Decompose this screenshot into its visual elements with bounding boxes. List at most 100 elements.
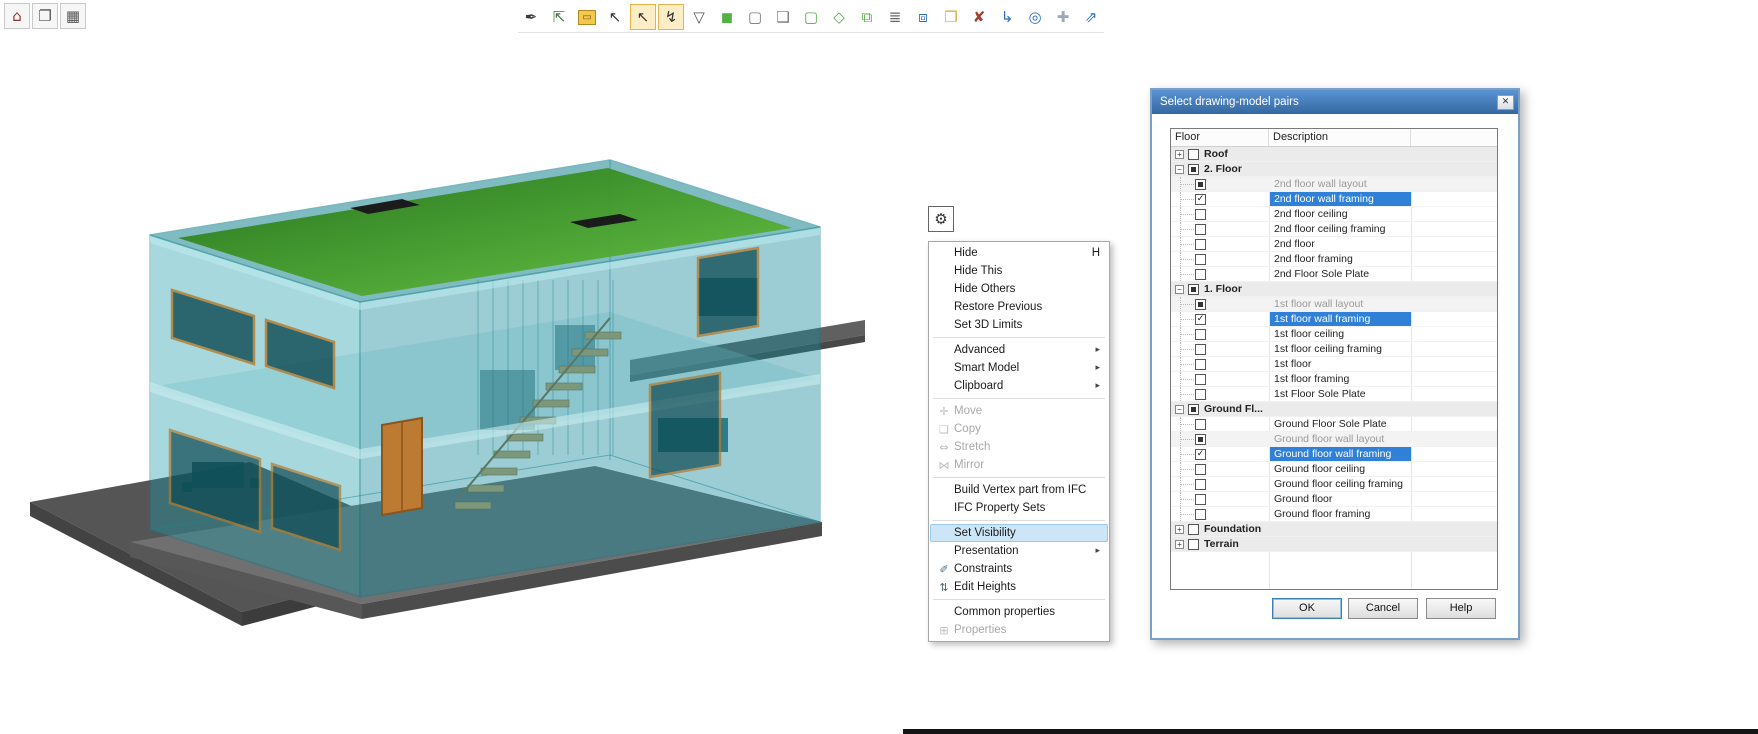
checkbox-empty[interactable] (1195, 224, 1206, 235)
row-description[interactable]: 1st floor ceiling (1270, 327, 1411, 341)
purge-icon[interactable]: ✘ (966, 4, 992, 30)
checkbox-empty[interactable] (1195, 374, 1206, 385)
ucs-axis-icon[interactable]: ↳ (994, 4, 1020, 30)
menu-item-restore-previous[interactable]: Restore Previous (930, 298, 1108, 316)
tree-row-1st-floor-ceiling-framing[interactable]: 1st floor ceiling framing (1171, 342, 1497, 357)
checkbox-empty[interactable] (1195, 464, 1206, 475)
checkbox-square[interactable] (1195, 434, 1206, 445)
tree-row-2nd-floor-ceiling[interactable]: 2nd floor ceiling (1171, 207, 1497, 222)
row-description[interactable]: Ground floor (1270, 492, 1411, 506)
menu-item-constraints[interactable]: ✐Constraints (930, 560, 1108, 578)
select-vertical-icon[interactable]: ↖ (630, 4, 656, 30)
tile-windows-icon[interactable]: ❐ (32, 3, 58, 29)
row-description[interactable]: Ground floor framing (1270, 507, 1411, 521)
checkbox-empty[interactable] (1195, 509, 1206, 520)
description-column-header[interactable]: Description (1269, 129, 1411, 146)
checkbox-partial[interactable] (1188, 164, 1199, 175)
checkbox-empty[interactable] (1188, 524, 1199, 535)
tree-group-terrain[interactable]: +Terrain (1171, 537, 1497, 552)
measure-icon[interactable]: ▭ (574, 4, 600, 30)
tree-row-2nd-floor-wall-layout[interactable]: 2nd floor wall layout (1171, 177, 1497, 192)
wire-model-icon[interactable]: ▢ (742, 4, 768, 30)
tree-row-2nd-floor-framing[interactable]: 2nd floor framing (1171, 252, 1497, 267)
iso-view-icon[interactable]: ◇ (826, 4, 852, 30)
row-description[interactable]: 1st floor (1270, 357, 1411, 371)
row-description[interactable]: Ground floor ceiling (1270, 462, 1411, 476)
menu-item-advanced[interactable]: Advanced▸ (930, 341, 1108, 359)
tree-row-ground-floor-framing[interactable]: Ground floor framing (1171, 507, 1497, 522)
row-description[interactable]: 2nd floor wall layout (1270, 177, 1411, 191)
folder-icon[interactable]: ❒ (938, 4, 964, 30)
zero-point-icon[interactable]: ◎ (1022, 4, 1048, 30)
export-model-icon[interactable]: ⧉ (854, 4, 880, 30)
checkbox-empty[interactable] (1195, 494, 1206, 505)
hidden-line-icon[interactable]: ❏ (770, 4, 796, 30)
link-icon[interactable]: ⇗ (1078, 4, 1104, 30)
select-cursor-icon[interactable]: ↖ (602, 4, 628, 30)
solid-model-icon[interactable]: ◼ (714, 4, 740, 30)
row-description[interactable]: 2nd floor ceiling (1270, 207, 1411, 221)
tree-row-ground-floor[interactable]: Ground floor (1171, 492, 1497, 507)
menu-item-build-vertex-part-from-ifc[interactable]: Build Vertex part from IFC (930, 481, 1108, 499)
tree-group-ground-fl[interactable]: −Ground Fl... (1171, 402, 1497, 417)
checkbox-checked[interactable]: ✓ (1195, 194, 1206, 205)
viewport-3d[interactable] (0, 40, 900, 660)
floor-column-header[interactable]: Floor (1171, 129, 1269, 146)
drawings-icon[interactable]: ⌂ (4, 3, 30, 29)
model-3d-view[interactable] (10, 130, 890, 630)
menu-item-common-properties[interactable]: Common properties (930, 603, 1108, 621)
menu-item-clipboard[interactable]: Clipboard▸ (930, 377, 1108, 395)
crop-region-icon[interactable]: ⇱ (546, 4, 572, 30)
report-icon[interactable]: ≣ (882, 4, 908, 30)
tree-group-2-floor[interactable]: −2. Floor (1171, 162, 1497, 177)
menu-item-presentation[interactable]: Presentation▸ (930, 542, 1108, 560)
collapse-icon[interactable]: − (1175, 405, 1184, 414)
add-icon[interactable]: ✚ (1050, 4, 1076, 30)
tree-row-ground-floor-ceiling-framing[interactable]: Ground floor ceiling framing (1171, 477, 1497, 492)
tree-row-ground-floor-sole-plate[interactable]: Ground Floor Sole Plate (1171, 417, 1497, 432)
checkbox-empty[interactable] (1195, 479, 1206, 490)
checkbox-empty[interactable] (1195, 269, 1206, 280)
checkbox-checked[interactable]: ✓ (1195, 449, 1206, 460)
menu-item-smart-model[interactable]: Smart Model▸ (930, 359, 1108, 377)
checkbox-square[interactable] (1195, 299, 1206, 310)
tree-row-ground-floor-ceiling[interactable]: Ground floor ceiling (1171, 462, 1497, 477)
checkbox-empty[interactable] (1188, 149, 1199, 160)
row-description[interactable]: 2nd floor framing (1270, 252, 1411, 266)
checkbox-empty[interactable] (1195, 344, 1206, 355)
tree-row-1st-floor-framing[interactable]: 1st floor framing (1171, 372, 1497, 387)
tree-row-2nd-floor-wall-framing[interactable]: ✓2nd floor wall framing (1171, 192, 1497, 207)
tree-row-1st-floor-wall-framing[interactable]: ✓1st floor wall framing (1171, 312, 1497, 327)
tree-row-1st-floor[interactable]: 1st floor (1171, 357, 1497, 372)
expand-icon[interactable]: + (1175, 525, 1184, 534)
import-doc-icon[interactable]: ⧈ (910, 4, 936, 30)
pin-icon[interactable]: ✒ (518, 4, 544, 30)
menu-item-hide[interactable]: HideH (930, 244, 1108, 262)
tree-row-2nd-floor-sole-plate[interactable]: 2nd Floor Sole Plate (1171, 267, 1497, 282)
collapse-icon[interactable]: − (1175, 165, 1184, 174)
close-button[interactable]: ✕ (1497, 95, 1514, 110)
menu-item-ifc-property-sets[interactable]: IFC Property Sets (930, 499, 1108, 517)
checkbox-empty[interactable] (1188, 539, 1199, 550)
menu-item-set-3d-limits[interactable]: Set 3D Limits (930, 316, 1108, 334)
menu-item-hide-this[interactable]: Hide This (930, 262, 1108, 280)
row-description[interactable]: Ground Floor Sole Plate (1270, 417, 1411, 431)
collapse-icon[interactable]: − (1175, 285, 1184, 294)
checkbox-partial[interactable] (1188, 404, 1199, 415)
filter-icon[interactable]: ▽ (686, 4, 712, 30)
tree-row-1st-floor-sole-plate[interactable]: 1st Floor Sole Plate (1171, 387, 1497, 402)
checkbox-empty[interactable] (1195, 254, 1206, 265)
checkbox-empty[interactable] (1195, 389, 1206, 400)
tree-row-2nd-floor-ceiling-framing[interactable]: 2nd floor ceiling framing (1171, 222, 1497, 237)
tree-group-1-floor[interactable]: −1. Floor (1171, 282, 1497, 297)
cancel-button[interactable]: Cancel (1348, 598, 1418, 619)
checkbox-square[interactable] (1195, 179, 1206, 190)
tree-row-ground-floor-wall-layout[interactable]: Ground floor wall layout (1171, 432, 1497, 447)
row-description[interactable]: 1st floor ceiling framing (1270, 342, 1411, 356)
row-description[interactable]: 1st floor wall layout (1270, 297, 1411, 311)
gear-button[interactable]: ⚙ (928, 206, 954, 232)
tree-row-2nd-floor[interactable]: 2nd floor (1171, 237, 1497, 252)
row-description[interactable]: 2nd Floor Sole Plate (1270, 267, 1411, 281)
checkbox-empty[interactable] (1195, 329, 1206, 340)
checkbox-checked[interactable]: ✓ (1195, 314, 1206, 325)
